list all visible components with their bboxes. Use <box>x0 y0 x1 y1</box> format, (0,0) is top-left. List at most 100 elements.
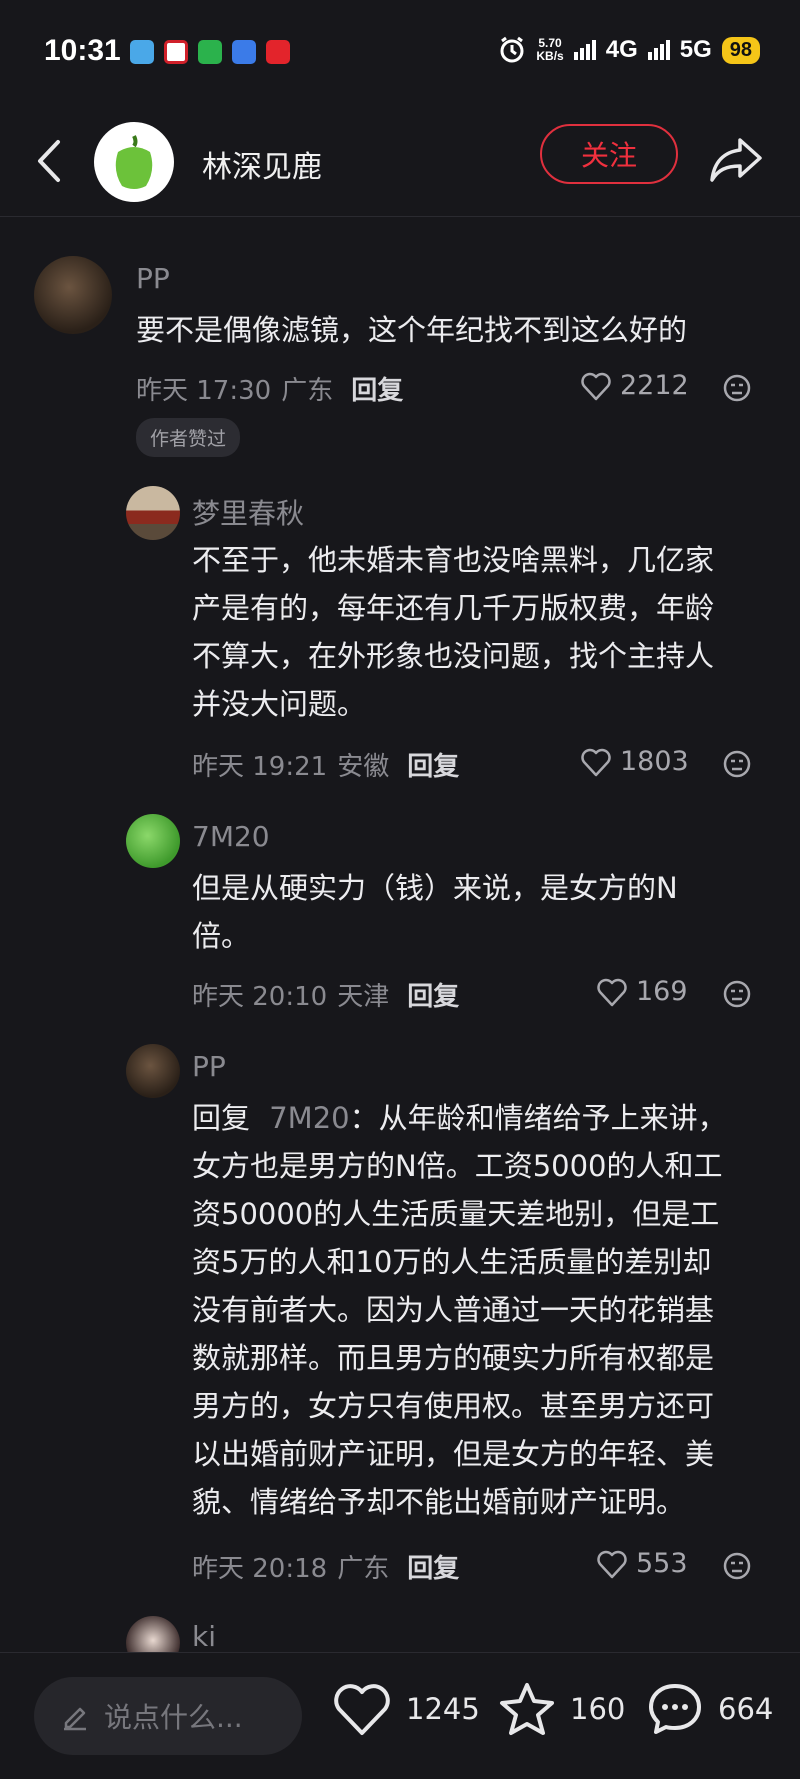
reply-prefix: 回复 <box>192 1101 251 1135</box>
reply-button[interactable]: 回复 <box>407 1548 459 1585</box>
bottom-bar: 说点什么... 1245 160 664 <box>0 1652 800 1779</box>
avatar[interactable] <box>126 486 180 540</box>
comment-time: 昨天 20:18 <box>192 1554 328 1584</box>
comment-meta: 昨天 17:30 广东 回复 <box>136 370 403 407</box>
like-count: 553 <box>636 1548 688 1579</box>
heart-icon <box>334 1684 390 1735</box>
comment-input-placeholder: 说点什么... <box>104 1701 243 1734</box>
author-name[interactable]: 林深见鹿 <box>202 142 322 186</box>
signal-4g: 4G <box>605 36 638 63</box>
comment-time: 昨天 19:21 <box>192 752 328 782</box>
text-line: 不至于，他未婚未育也没啥黑料，几亿家 <box>192 543 715 577</box>
avatar[interactable] <box>34 256 112 334</box>
comment-author[interactable]: 7M20 <box>192 820 270 853</box>
dislike-face-icon[interactable] <box>722 979 752 1009</box>
comment-location: 广东 <box>337 1554 390 1584</box>
cloud-app-icon <box>232 40 256 64</box>
clock: 10:31 <box>44 34 121 67</box>
heart-icon <box>581 748 611 776</box>
text-line: 资5万的人和10万的人生活质量的差别却 <box>192 1245 712 1279</box>
back-icon[interactable] <box>30 136 70 186</box>
bank-icon <box>164 40 188 64</box>
like-total-button[interactable]: 1245 <box>332 1681 480 1737</box>
reply-button[interactable]: 回复 <box>351 370 403 407</box>
text-line: 资50000的人生活质量天差地别，但是工 <box>192 1197 720 1231</box>
header: 林深见鹿 关注 <box>0 108 800 217</box>
comment-location: 广东 <box>281 376 334 406</box>
comment-location: 天津 <box>337 982 390 1012</box>
comment-author[interactable]: PP <box>192 1050 226 1083</box>
reply-button[interactable]: 回复 <box>407 976 459 1013</box>
follow-button[interactable]: 关注 <box>540 124 678 184</box>
share-icon[interactable] <box>708 132 764 188</box>
alarm-icon <box>500 36 524 63</box>
comment-meta: 昨天 20:18 广东 回复 <box>192 1548 459 1585</box>
text-line: 但是从硬实力（钱）来说，是女方的N <box>192 871 678 905</box>
comment-author[interactable]: PP <box>136 262 170 295</box>
comment-count: 664 <box>718 1692 774 1726</box>
text-line: 貌、情绪给予却不能出婚前财产证明。 <box>192 1485 686 1519</box>
dislike-face-icon[interactable] <box>722 749 752 779</box>
telegram-icon <box>130 40 154 64</box>
notification-icons <box>130 40 290 64</box>
comment-author[interactable]: ki <box>192 1620 216 1653</box>
avatar[interactable] <box>126 814 180 868</box>
text-line: 回复 7M20：从年龄和情绪给予上来讲， <box>192 1094 727 1142</box>
text-line: 产是有的，每年还有几千万版权费，年龄 <box>192 591 715 625</box>
text-line: 没有前者大。因为人普通过一天的花销基 <box>192 1293 715 1327</box>
like-count: 169 <box>636 976 688 1007</box>
text-line: 倍。 <box>192 919 251 953</box>
favorite-button[interactable]: 160 <box>498 1681 625 1737</box>
comment-text: 但是从硬实力（钱）来说，是女方的N 倍。 <box>192 864 678 960</box>
reply-to-user[interactable]: 7M20 <box>269 1101 349 1135</box>
heart-app-icon <box>266 40 290 64</box>
dislike-face-icon[interactable] <box>722 1551 752 1581</box>
author-liked-badge: 作者赞过 <box>136 418 241 457</box>
signal-bars-icon <box>573 40 596 60</box>
favorite-count: 160 <box>570 1692 626 1726</box>
pencil-icon <box>64 1707 86 1731</box>
text-line: 女方也是男方的N倍。工资5000的人和工 <box>192 1149 723 1183</box>
heart-icon <box>581 372 611 400</box>
battery-level: 98 <box>721 36 760 64</box>
signal-bars-icon <box>647 40 670 60</box>
text-line: 男方的，女方只有使用权。甚至男方还可 <box>192 1389 715 1423</box>
star-icon <box>500 1683 554 1735</box>
comments-button[interactable]: 664 <box>646 1681 773 1737</box>
dislike-face-icon[interactable] <box>722 373 752 403</box>
like-button[interactable]: 1803 <box>580 746 689 777</box>
comment-location: 安徽 <box>337 752 390 782</box>
comment-text: 回复 7M20：从年龄和情绪给予上来讲， 女方也是男方的N倍。工资5000的人和… <box>192 1094 727 1526</box>
like-count: 1803 <box>620 746 689 777</box>
chat-bubble-icon <box>649 1684 701 1734</box>
like-button[interactable]: 2212 <box>580 370 689 401</box>
reply-button[interactable]: 回复 <box>407 746 459 783</box>
wechat-icon <box>198 40 222 64</box>
pepper-icon <box>115 135 153 189</box>
text-line: 不算大，在外形象也没问题，找个主持人 <box>192 639 715 673</box>
comment-meta: 昨天 19:21 安徽 回复 <box>192 746 459 783</box>
heart-icon <box>597 978 627 1006</box>
comment-text: 要不是偶像滤镜，这个年纪找不到这么好的 <box>136 313 688 347</box>
like-count: 2212 <box>620 370 689 401</box>
like-button[interactable]: 553 <box>596 1548 688 1579</box>
reply-first-line: ：从年龄和情绪给予上来讲， <box>349 1101 727 1135</box>
status-right: 5.70 KB/s 4G 5G 98 <box>498 36 760 64</box>
comment-meta: 昨天 20:10 天津 回复 <box>192 976 459 1013</box>
status-bar: 10:31 5.70 KB/s 4G 5G 98 <box>0 0 800 108</box>
signal-5g: 5G <box>679 36 712 63</box>
like-button[interactable]: 169 <box>596 976 688 1007</box>
comment-input[interactable]: 说点什么... <box>34 1677 302 1755</box>
comment-time: 昨天 20:10 <box>192 982 328 1012</box>
like-total: 1245 <box>406 1692 480 1726</box>
author-avatar[interactable] <box>94 122 174 202</box>
comment-author[interactable]: 梦里春秋 <box>192 492 304 532</box>
comment-text: 不至于，他未婚未育也没啥黑料，几亿家 产是有的，每年还有几千万版权费，年龄 不算… <box>192 536 714 728</box>
comment-time: 昨天 17:30 <box>136 376 272 406</box>
heart-icon <box>597 1550 627 1578</box>
avatar[interactable] <box>126 1044 180 1098</box>
text-line: 数就那样。而且男方的硬实力所有权都是 <box>192 1341 715 1375</box>
text-line: 并没大问题。 <box>192 687 367 721</box>
net-speed: 5.70 KB/s <box>536 37 563 63</box>
text-line: 以出婚前财产证明，但是女方的年轻、美 <box>192 1437 715 1471</box>
